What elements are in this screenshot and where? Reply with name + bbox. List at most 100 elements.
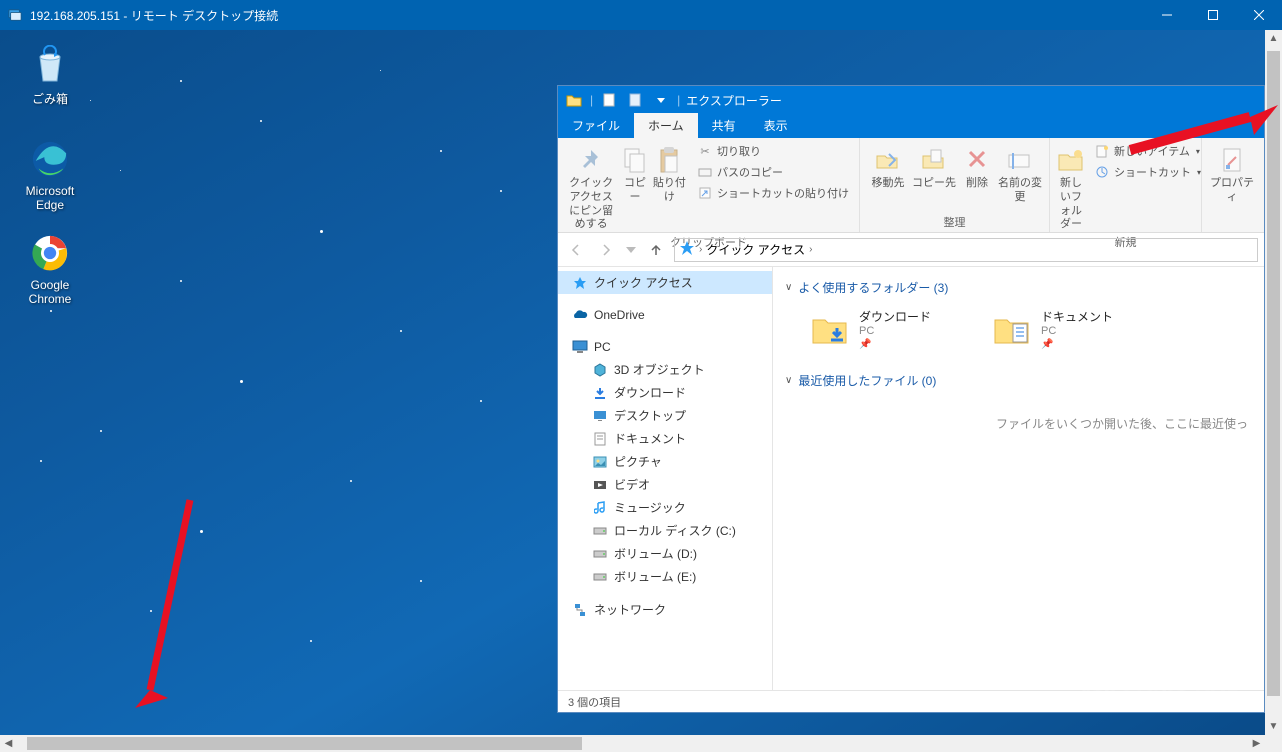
nav-documents[interactable]: ドキュメント: [558, 427, 772, 450]
ribbon-properties-button[interactable]: プロパティ: [1208, 141, 1256, 205]
scroll-track[interactable]: [17, 735, 1248, 752]
vertical-scrollbar[interactable]: ▲ ▼: [1265, 30, 1282, 735]
recycle-bin-icon: [29, 44, 71, 86]
nav-diskd[interactable]: ボリューム (D:): [558, 542, 772, 565]
drive-icon: [592, 569, 608, 585]
delete-icon: [958, 143, 996, 177]
copy-icon: [620, 143, 649, 177]
copyto-icon: [912, 143, 956, 177]
chevron-right-icon: ›: [809, 244, 812, 255]
nav-videos[interactable]: ビデオ: [558, 473, 772, 496]
scroll-left-button[interactable]: ◀: [0, 735, 17, 752]
tab-file[interactable]: ファイル: [558, 113, 634, 138]
nav-music[interactable]: ミュージック: [558, 496, 772, 519]
nav-diskc[interactable]: ローカル ディスク (C:): [558, 519, 772, 542]
desktop-icon: [592, 408, 608, 424]
group-header-recent[interactable]: ∨最近使用したファイル (0): [785, 368, 1252, 397]
explorer-window: | | エクスプローラー ファイル ホーム 共有 表示 クイック アクセスにピン…: [557, 85, 1265, 713]
nav-pc[interactable]: PC: [558, 336, 772, 358]
content-pane[interactable]: ∨よく使用するフォルダー (3) ダウンロード PC 📌 ドキュメント: [773, 267, 1264, 690]
close-button[interactable]: [1236, 0, 1282, 30]
rdp-titlebar: 192.168.205.151 - リモート デスクトップ接続: [0, 0, 1282, 30]
video-icon: [592, 477, 608, 493]
drive-icon: [592, 546, 608, 562]
minimize-button[interactable]: [1144, 0, 1190, 30]
explorer-titlebar[interactable]: | | エクスプローラー: [558, 86, 1264, 114]
desktop-icon-chrome[interactable]: Google Chrome: [12, 232, 88, 306]
ribbon-cut-button[interactable]: ✂切り取り: [693, 141, 853, 161]
nav-3dobjects[interactable]: 3D オブジェクト: [558, 358, 772, 381]
nav-quickaccess[interactable]: クイック アクセス: [558, 271, 772, 294]
ribbon-shortcut-button[interactable]: ショートカット▾: [1090, 162, 1205, 182]
nav-downloads[interactable]: ダウンロード: [558, 381, 772, 404]
cube-icon: [592, 362, 608, 378]
pictures-icon: [592, 454, 608, 470]
tab-home[interactable]: ホーム: [634, 113, 698, 138]
separator: |: [590, 93, 593, 107]
chevron-down-icon: ∨: [785, 282, 792, 293]
nav-network[interactable]: ネットワーク: [558, 598, 772, 621]
remote-desktop[interactable]: ごみ箱 Microsoft Edge Google Chrome | | エクス…: [0, 30, 1265, 735]
quickaccess-icon: [679, 240, 695, 259]
qat-newfolder-button[interactable]: [623, 89, 647, 111]
explorer-title: エクスプローラー: [686, 92, 782, 109]
nav-up-button[interactable]: [644, 238, 668, 262]
drive-icon: [592, 523, 608, 539]
scroll-track[interactable]: [1265, 47, 1282, 718]
ribbon-pin-button[interactable]: クイック アクセスにピン留めする: [564, 141, 618, 232]
scroll-thumb[interactable]: [27, 737, 582, 750]
nav-onedrive[interactable]: OneDrive: [558, 304, 772, 326]
ribbon-copy-button[interactable]: コピー: [620, 141, 649, 205]
scroll-thumb[interactable]: [1267, 51, 1280, 696]
qat-properties-button[interactable]: [597, 89, 621, 111]
newfolder-icon: [1056, 143, 1086, 177]
ribbon-newitem-button[interactable]: 新しいアイテム▾: [1090, 141, 1205, 161]
ribbon-pasteshortcut-button[interactable]: ショートカットの貼り付け: [693, 183, 853, 203]
scroll-down-button[interactable]: ▼: [1265, 718, 1282, 735]
horizontal-scrollbar[interactable]: ◀ ▶: [0, 735, 1265, 752]
ribbon-delete-button[interactable]: 削除: [958, 141, 996, 191]
quickaccess-icon: [572, 275, 588, 291]
empty-message: ファイルをいくつか開いた後、ここに最近使っ: [785, 397, 1252, 432]
group-header-frequent[interactable]: ∨よく使用するフォルダー (3): [785, 275, 1252, 304]
nav-desktop[interactable]: デスクトップ: [558, 404, 772, 427]
scroll-up-button[interactable]: ▲: [1265, 30, 1282, 47]
folder-item-downloads[interactable]: ダウンロード PC 📌: [809, 308, 931, 350]
desktop-icon-label: Google Chrome: [12, 278, 88, 306]
breadcrumb-item[interactable]: クイック アクセス: [706, 241, 805, 258]
nav-back-button[interactable]: [564, 238, 588, 262]
navigation-pane[interactable]: クイック アクセス OneDrive PC 3D オブジェクト ダウンロード デ…: [558, 267, 773, 690]
maximize-button[interactable]: [1190, 0, 1236, 30]
nav-forward-button[interactable]: [594, 238, 618, 262]
nav-diske[interactable]: ボリューム (E:): [558, 565, 772, 588]
folder-name: ドキュメント: [1041, 308, 1113, 325]
ribbon-moveto-button[interactable]: 移動先: [866, 141, 910, 191]
folder-location: PC: [1041, 325, 1113, 337]
folder-location: PC: [859, 325, 931, 337]
easy-access-icon: [1094, 164, 1110, 180]
network-icon: [572, 602, 588, 618]
path-icon: [697, 164, 713, 180]
onedrive-icon: [572, 307, 588, 323]
tab-view[interactable]: 表示: [750, 113, 802, 138]
ribbon-newfolder-button[interactable]: 新しいフォルダー: [1056, 141, 1086, 232]
tab-share[interactable]: 共有: [698, 113, 750, 138]
desktop-icon-edge[interactable]: Microsoft Edge: [12, 138, 88, 212]
ribbon-copypath-button[interactable]: パスのコピー: [693, 162, 853, 182]
ribbon-rename-button[interactable]: 名前の変更: [998, 141, 1042, 205]
nav-pictures[interactable]: ピクチャ: [558, 450, 772, 473]
address-bar: › クイック アクセス ›: [558, 233, 1264, 267]
folder-item-documents[interactable]: ドキュメント PC 📌: [991, 308, 1113, 350]
edge-icon: [29, 138, 71, 180]
properties-icon: [1208, 143, 1256, 177]
scroll-right-button[interactable]: ▶: [1248, 735, 1265, 752]
qat-dropdown[interactable]: [649, 89, 673, 111]
nav-history-button[interactable]: [624, 238, 638, 262]
desktop-icon-recycle-bin[interactable]: ごみ箱: [12, 44, 88, 107]
ribbon-paste-button[interactable]: 貼り付け: [652, 141, 687, 205]
folder-icon: [809, 308, 851, 350]
ribbon-group-label: 整理: [866, 212, 1043, 230]
ribbon-copyto-button[interactable]: コピー先: [912, 141, 956, 191]
breadcrumb[interactable]: › クイック アクセス ›: [674, 238, 1258, 262]
shortcut-icon: [697, 185, 713, 201]
